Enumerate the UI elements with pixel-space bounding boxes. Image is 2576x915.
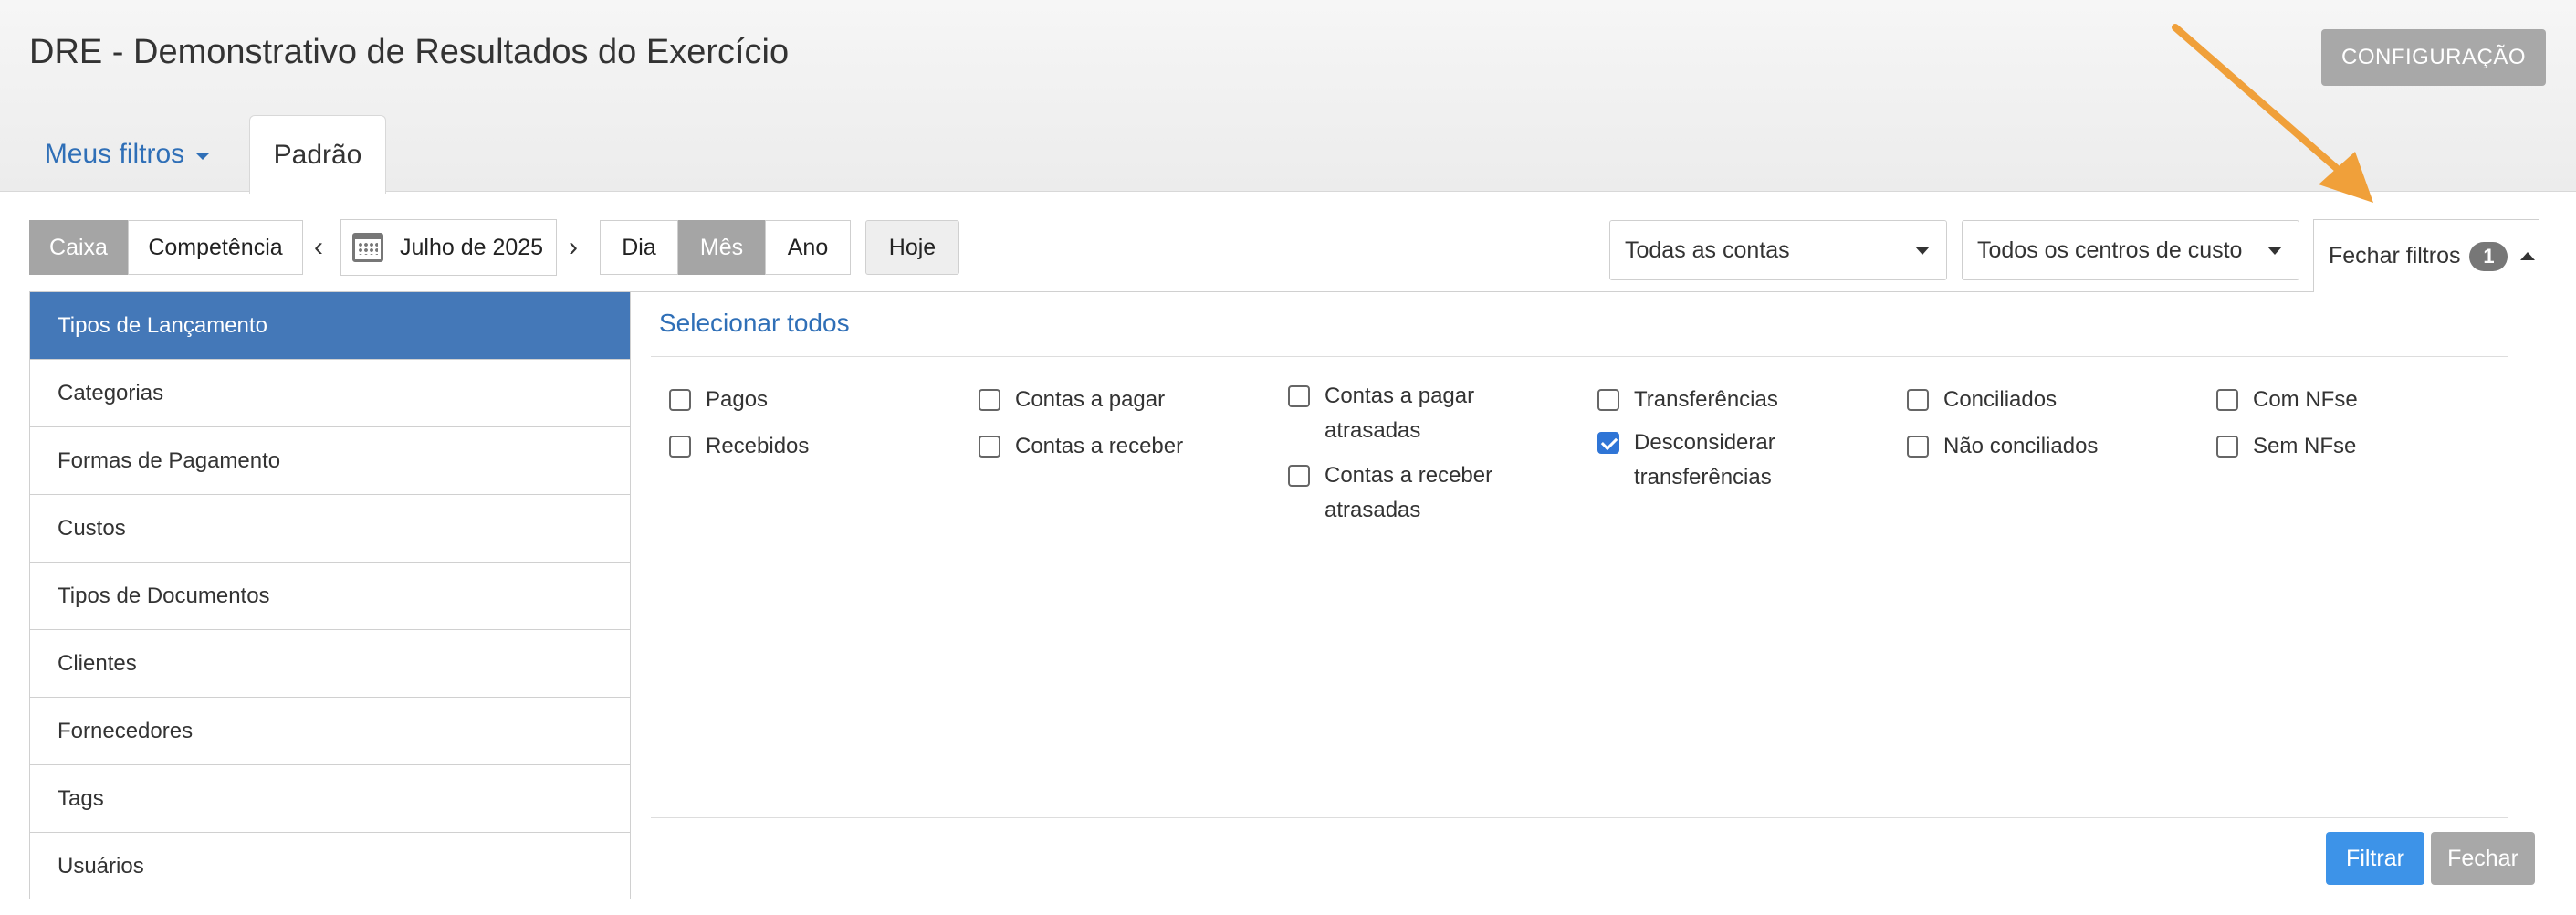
checkbox-label: Transferências (1634, 387, 1778, 412)
sidebar-item-costs[interactable]: Custos (30, 495, 630, 563)
chevron-down-icon (2267, 247, 2282, 255)
close-filters-button[interactable]: Fechar filtros 1 (2313, 219, 2539, 292)
sidebar-item-payment-methods[interactable]: Formas de Pagamento (30, 427, 630, 495)
filter-with-nfse[interactable]: Com NFse (2216, 383, 2358, 417)
checkbox[interactable] (1907, 389, 1929, 411)
filter-receivables[interactable]: Contas a receber (979, 429, 1183, 464)
tab-default[interactable]: Padrão (249, 115, 386, 194)
filter-paid[interactable]: Pagos (669, 383, 768, 417)
sidebar-item-entry-types[interactable]: Tipos de Lançamento (30, 292, 630, 360)
filter-overdue-payables[interactable]: Contas a pagar atrasadas (1288, 379, 1507, 448)
sidebar-item-categories[interactable]: Categorias (30, 360, 630, 427)
checkbox-label: Contas a pagar (1015, 387, 1166, 412)
filter-button[interactable]: Filtrar (2326, 832, 2424, 885)
sidebar-item-tags[interactable]: Tags (30, 765, 630, 833)
filter-sidebar: Tipos de Lançamento Categorias Formas de… (30, 292, 631, 899)
checkbox[interactable] (669, 436, 691, 458)
tab-my-filters[interactable]: Meus filtros (29, 117, 225, 192)
checkbox-label: Contas a receber (1015, 434, 1184, 458)
filter-reconciled[interactable]: Conciliados (1907, 383, 2057, 417)
checkbox-label: Não conciliados (1943, 434, 2099, 458)
chevron-down-icon (195, 152, 211, 160)
checkbox-label: Pagos (706, 387, 769, 412)
page-header: DRE - Demonstrativo de Resultados do Exe… (0, 0, 2576, 194)
checkbox[interactable] (2216, 436, 2238, 458)
filter-payables[interactable]: Contas a pagar (979, 383, 1165, 417)
checkbox[interactable] (979, 389, 1000, 411)
checkbox-label: Contas a receber atrasadas (1325, 463, 1493, 522)
granularity-year-button[interactable]: Ano (765, 220, 851, 275)
accounts-select[interactable]: Todas as contas (1609, 220, 1947, 280)
page-title: DRE - Demonstrativo de Resultados do Exe… (29, 33, 790, 71)
filter-transfers[interactable]: Transferências (1597, 383, 1778, 417)
chevron-down-icon (1915, 247, 1930, 255)
checkbox[interactable] (2216, 389, 2238, 411)
checkbox-label: Sem NFse (2253, 434, 2357, 458)
checkbox-label: Recebidos (706, 434, 810, 458)
close-filters-label: Fechar filtros (2329, 243, 2461, 268)
sidebar-item-clients[interactable]: Clientes (30, 630, 630, 698)
calendar-icon (352, 233, 383, 262)
filter-received[interactable]: Recebidos (669, 429, 809, 464)
cost-centers-select[interactable]: Todos os centros de custo (1962, 220, 2299, 280)
period-picker[interactable]: Julho de 2025 (340, 219, 557, 276)
sidebar-item-suppliers[interactable]: Fornecedores (30, 698, 630, 765)
tab-my-filters-label: Meus filtros (44, 139, 185, 169)
configuration-button[interactable]: CONFIGURAÇÃO (2321, 29, 2546, 86)
filter-panel: Tipos de Lançamento Categorias Formas de… (29, 291, 2539, 899)
sidebar-item-document-types[interactable]: Tipos de Documentos (30, 563, 630, 630)
checkbox-label: Desconsiderar transferências (1634, 430, 1775, 489)
checkbox[interactable] (1597, 389, 1619, 411)
filter-ignore-transfers[interactable]: Desconsiderar transferências (1597, 426, 1798, 495)
close-button[interactable]: Fechar (2431, 832, 2535, 885)
checkbox-label: Conciliados (1943, 387, 2058, 412)
next-period-icon[interactable]: › (569, 234, 578, 261)
checkbox[interactable] (1288, 385, 1310, 407)
filter-without-nfse[interactable]: Sem NFse (2216, 429, 2356, 464)
filter-unreconciled[interactable]: Não conciliados (1907, 429, 2098, 464)
filter-overdue-receivables[interactable]: Contas a receber atrasadas (1288, 458, 1507, 528)
divider (651, 356, 2508, 357)
divider (651, 817, 2508, 818)
sidebar-item-users[interactable]: Usuários (30, 833, 630, 900)
checkbox[interactable] (669, 389, 691, 411)
checkbox-checked[interactable] (1597, 432, 1619, 454)
chevron-up-icon (2520, 252, 2536, 260)
cost-centers-select-value: Todos os centros de custo (1977, 237, 2243, 263)
granularity-month-button[interactable]: Mês (678, 220, 765, 275)
active-filter-count-badge: 1 (2469, 241, 2508, 271)
granularity-day-button[interactable]: Dia (600, 220, 678, 275)
regime-accrual-button[interactable]: Competência (128, 220, 303, 275)
checkbox-label: Contas a pagar atrasadas (1325, 384, 1475, 443)
prev-period-icon[interactable]: ‹ (314, 234, 323, 261)
today-button[interactable]: Hoje (865, 220, 959, 275)
checkbox[interactable] (979, 436, 1000, 458)
select-all-link[interactable]: Selecionar todos (659, 309, 850, 338)
period-label: Julho de 2025 (400, 234, 544, 260)
accounts-select-value: Todas as contas (1625, 237, 1790, 263)
regime-cash-button[interactable]: Caixa (29, 220, 128, 275)
checkbox[interactable] (1288, 465, 1310, 487)
checkbox-label: Com NFse (2253, 387, 2358, 412)
checkbox[interactable] (1907, 436, 1929, 458)
